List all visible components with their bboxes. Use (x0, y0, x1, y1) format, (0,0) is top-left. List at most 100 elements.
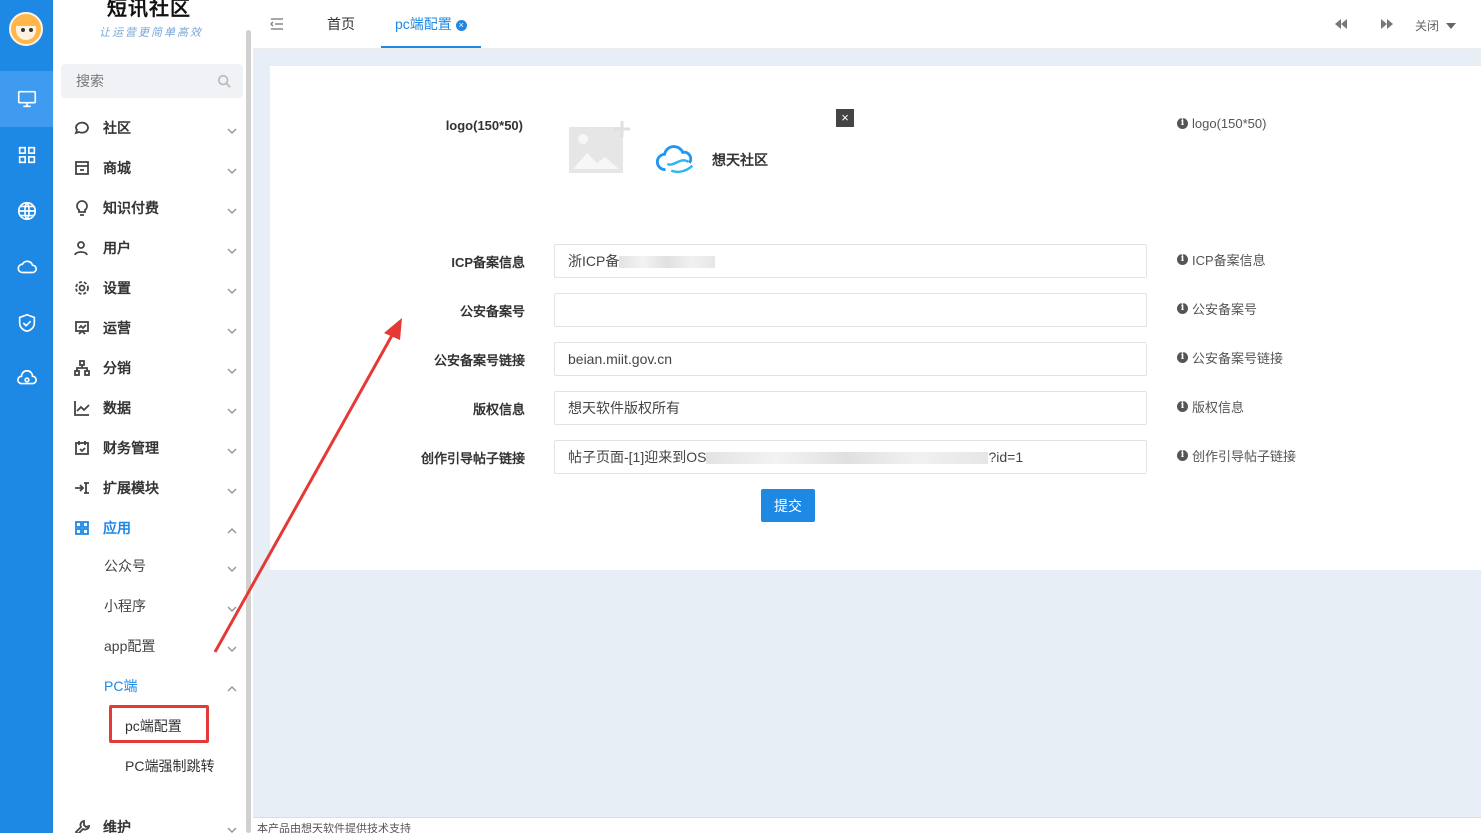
menu-item-settings[interactable]: 设置 (53, 268, 243, 308)
menu-label: 扩展模块 (103, 480, 159, 496)
submit-button[interactable]: 提交 (761, 489, 815, 522)
cloud-logo-icon (655, 145, 694, 174)
calendar-icon (75, 441, 89, 455)
menu-item-community[interactable]: 社区 (53, 108, 243, 148)
info-icon: i (1177, 401, 1188, 412)
annotation-highlight-box (109, 705, 209, 743)
field-label-copyright: 版权信息 (472, 402, 525, 417)
blurred-text (706, 452, 989, 464)
menu-item-knowledge[interactable]: 知识付费 (53, 188, 243, 228)
help-text: 公安备案号链接 (1192, 351, 1284, 366)
menu-fold-icon[interactable] (270, 18, 284, 30)
submenu-item-pc[interactable]: PC端 (104, 666, 243, 706)
chevron-down-icon (227, 163, 237, 175)
grid-icon[interactable] (0, 127, 53, 183)
submenu-label: 公众号 (104, 558, 146, 574)
menu-item-store[interactable]: 商城 (53, 148, 243, 188)
field-label-guide-link: 创作引导帖子链接 (420, 451, 525, 466)
info-icon: i (1177, 303, 1188, 314)
shield-icon[interactable] (0, 295, 53, 351)
tab-pc-config[interactable]: pc端配置 × (381, 0, 481, 48)
chevron-down-icon (227, 203, 237, 215)
menu-item-operation[interactable]: 运营 (53, 308, 243, 348)
globe-icon[interactable] (0, 183, 53, 239)
menu-item-user[interactable]: 用户 (53, 228, 243, 268)
chevron-down-icon (227, 561, 237, 573)
help-police-link: i 公安备案号链接 (1177, 348, 1283, 367)
info-icon: i (1177, 352, 1188, 363)
submenu-label: app配置 (104, 638, 156, 654)
search-placeholder: 搜索 (76, 73, 104, 89)
wrench-icon (74, 819, 90, 833)
help-text: 版权信息 (1192, 400, 1245, 415)
chevron-down-icon (227, 822, 237, 833)
board-icon (75, 321, 89, 335)
menu-item-data[interactable]: 数据 (53, 388, 243, 428)
field-label-icp: ICP备案信息 (451, 255, 525, 270)
sidebar-search[interactable]: 搜索 (61, 64, 243, 98)
close-label: 关闭 (1415, 19, 1440, 33)
logo-label: logo(150*50) (445, 118, 523, 133)
submenu-item-miniprogram[interactable]: 小程序 (104, 586, 243, 626)
apps-icon (75, 521, 89, 535)
chevron-down-icon (227, 283, 237, 295)
scroll-right-icon[interactable] (1380, 17, 1394, 34)
submenu-label: PC端 (104, 678, 138, 694)
icp-input[interactable]: 浙ICP备 (554, 244, 1147, 278)
gear-icon (75, 281, 89, 295)
police-link-input[interactable]: beian.miit.gov.cn (554, 342, 1147, 376)
tab-close-icon[interactable]: × (455, 20, 467, 31)
submenu-item-app-config[interactable]: app配置 (104, 626, 243, 666)
menu-item-apps[interactable]: 应用 (53, 508, 243, 548)
chevron-down-icon (227, 363, 237, 375)
chevron-down-icon (227, 601, 237, 613)
chevron-down-icon (227, 243, 237, 255)
monitor-icon[interactable] (0, 71, 53, 127)
field-label-police-link: 公安备案号链接 (433, 353, 525, 368)
submenu-item-pc-redirect[interactable]: PC端强制跳转 (125, 756, 214, 776)
remove-logo-button[interactable]: × (836, 109, 854, 127)
caret-down-icon (1446, 23, 1457, 29)
sidebar-scrollbar[interactable] (246, 30, 251, 833)
info-icon: i (1177, 254, 1188, 265)
menu-item-maintain[interactable]: 维护 (53, 807, 243, 833)
help-police: i 公安备案号 (1177, 299, 1257, 318)
help-text: 公安备案号 (1192, 302, 1258, 317)
help-guide-link: i 创作引导帖子链接 (1177, 446, 1296, 465)
chevron-down-icon (227, 323, 237, 335)
menu-label: 数据 (103, 400, 131, 416)
field-label-police: 公安备案号 (459, 304, 525, 319)
menu-label: 财务管理 (103, 440, 159, 456)
image-placeholder-icon[interactable] (567, 119, 633, 175)
info-icon: i (1177, 450, 1188, 461)
cloud-icon[interactable] (0, 239, 53, 295)
menu-item-distribution[interactable]: 分销 (53, 348, 243, 388)
menu-item-extension[interactable]: 扩展模块 (53, 468, 243, 508)
copyright-input[interactable]: 想天软件版权所有 (554, 391, 1147, 425)
avatar[interactable] (9, 12, 43, 46)
help-copyright: i 版权信息 (1177, 397, 1244, 416)
app-rail (0, 0, 53, 833)
top-bar: 首页 pc端配置 × 关闭 (253, 0, 1481, 49)
user-icon (74, 241, 88, 256)
menu-label: 社区 (103, 120, 131, 136)
store-icon (75, 161, 89, 175)
scroll-left-icon[interactable] (1334, 17, 1348, 34)
menu-label: 运营 (103, 320, 131, 336)
submenu-item-official-account[interactable]: 公众号 (104, 546, 243, 586)
help-logo: i logo(150*50) (1177, 116, 1266, 131)
guide-link-input[interactable]: 帖子页面-[1]迎来到OS ?id=1 (554, 440, 1147, 474)
chevron-down-icon (227, 123, 237, 135)
menu-label: 维护 (103, 819, 131, 833)
cloud-service-icon[interactable] (0, 351, 53, 407)
menu-item-finance[interactable]: 财务管理 (53, 428, 243, 468)
chat-icon (74, 121, 89, 135)
help-text: logo(150*50) (1192, 116, 1267, 131)
icp-value: 浙ICP备 (568, 253, 620, 269)
close-tabs-dropdown[interactable]: 关闭 (1415, 17, 1457, 34)
extend-icon (75, 482, 89, 494)
menu-label: 知识付费 (103, 200, 159, 216)
police-record-input[interactable] (554, 293, 1147, 327)
tab-home[interactable]: 首页 (327, 0, 355, 48)
chevron-up-icon (227, 681, 237, 692)
